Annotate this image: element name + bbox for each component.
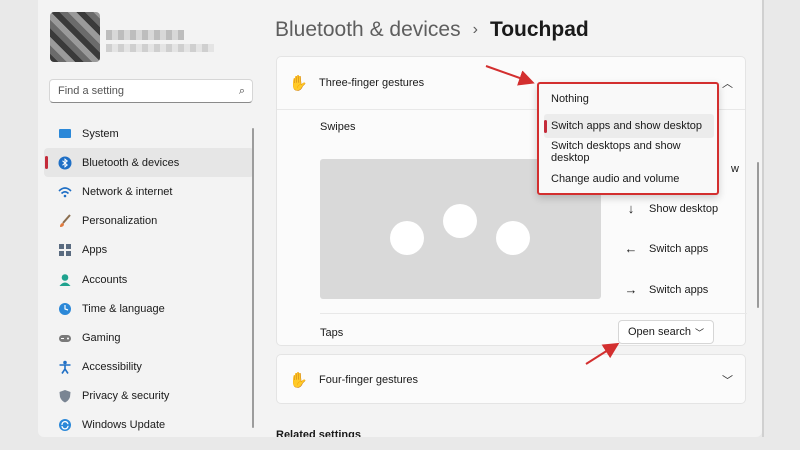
sidebar-item-bluetooth[interactable]: Bluetooth & devices: [44, 148, 254, 178]
search-placeholder: Find a setting: [58, 85, 125, 97]
menu-option-switch-apps-show-desktop[interactable]: Switch apps and show desktop: [544, 114, 714, 138]
sidebar: Find a setting ⌕ System Bluetooth & devi…: [38, 0, 260, 437]
finger-circle: [443, 204, 477, 238]
swipes-label: Swipes: [320, 121, 356, 133]
four-finger-gestures-card[interactable]: ✋ Four-finger gestures ﹀: [276, 354, 746, 404]
brush-icon: [58, 214, 72, 228]
sidebar-item-label: Gaming: [82, 331, 121, 344]
blurred-username: [106, 30, 184, 40]
arrow-down-icon: ↓: [627, 201, 635, 216]
menu-option-nothing[interactable]: Nothing: [544, 87, 714, 111]
menu-option-change-audio-volume[interactable]: Change audio and volume: [544, 167, 714, 191]
taps-dropdown[interactable]: Open search ﹀: [618, 320, 714, 344]
arrow-right-icon: →: [624, 282, 638, 297]
chevron-down-icon: ﹀: [694, 328, 704, 338]
finger-circle: [390, 221, 424, 255]
hand-icon: ✋: [289, 372, 308, 389]
hand-icon: ✋: [289, 75, 308, 92]
main-scrollbar[interactable]: [757, 162, 759, 308]
search-input[interactable]: Find a setting ⌕: [49, 79, 253, 103]
gesture-right-label: Switch apps: [649, 283, 709, 296]
sidebar-item-label: Bluetooth & devices: [82, 156, 180, 169]
wifi-icon: [58, 185, 72, 199]
sidebar-item-apps[interactable]: Apps: [44, 236, 254, 265]
monitor-icon: [58, 127, 72, 141]
sidebar-item-accounts[interactable]: Accounts: [44, 265, 254, 294]
sidebar-item-system[interactable]: System: [44, 119, 254, 148]
shield-icon: [58, 389, 72, 403]
sidebar-item-personalization[interactable]: Personalization: [44, 207, 254, 236]
chevron-down-icon[interactable]: ﹀: [722, 372, 733, 388]
search-icon: ⌕: [238, 85, 245, 97]
person-icon: [58, 273, 72, 287]
menu-option-switch-desktops-show-desktop[interactable]: Switch desktops and show desktop: [544, 140, 714, 164]
sidebar-item-label: Privacy & security: [82, 390, 170, 403]
sidebar-nav: System Bluetooth & devices Network & int…: [44, 119, 254, 437]
divider: [320, 313, 747, 314]
sidebar-item-gaming[interactable]: Gaming: [44, 323, 254, 352]
sidebar-item-network[interactable]: Network & internet: [44, 177, 254, 206]
blurred-email: [106, 44, 214, 52]
taps-dropdown-value: Open search: [628, 326, 691, 338]
accessibility-icon: [58, 360, 72, 375]
gesture-down-label: Show desktop: [649, 202, 719, 215]
breadcrumb: Bluetooth & devices › Touchpad: [275, 18, 589, 42]
finger-circle: [496, 221, 530, 255]
sidebar-item-label: Accessibility: [82, 361, 142, 374]
sidebar-item-label: Windows Update: [82, 419, 166, 432]
apps-icon: [58, 243, 72, 257]
update-icon: [58, 418, 72, 432]
sidebar-item-label: Personalization: [82, 215, 158, 228]
sidebar-item-label: Accounts: [82, 273, 128, 286]
breadcrumb-parent[interactable]: Bluetooth & devices: [275, 18, 461, 42]
sidebar-item-accessibility[interactable]: Accessibility: [44, 353, 254, 382]
controller-icon: [58, 331, 72, 345]
sidebar-item-privacy[interactable]: Privacy & security: [44, 382, 254, 411]
bluetooth-icon: [58, 156, 72, 170]
sidebar-item-windows-update[interactable]: Windows Update: [44, 411, 254, 437]
gesture-up-label: w: [731, 163, 739, 175]
swipe-options-menu: Nothing Switch apps and show desktop Swi…: [537, 82, 719, 195]
settings-window: Find a setting ⌕ System Bluetooth & devi…: [38, 0, 762, 437]
sidebar-item-label: Network & internet: [82, 185, 173, 198]
four-finger-gestures-title: Four-finger gestures: [319, 374, 419, 386]
sidebar-item-label: System: [82, 127, 119, 140]
related-settings-heading: Related settings: [276, 429, 361, 437]
sidebar-item-time-language[interactable]: Time & language: [44, 294, 254, 323]
chevron-up-icon[interactable]: ︿: [722, 75, 733, 91]
avatar[interactable]: [50, 12, 100, 62]
gesture-down-row: ↓ Show desktop: [623, 201, 718, 216]
four-finger-gestures-header[interactable]: ✋ Four-finger gestures ﹀: [277, 355, 745, 405]
arrow-left-icon: ←: [624, 241, 638, 256]
sidebar-item-label: Apps: [82, 244, 108, 257]
gesture-left-row: ← Switch apps: [623, 241, 709, 256]
three-finger-gestures-title: Three-finger gestures: [319, 77, 425, 89]
globe-clock-icon: [58, 302, 72, 316]
sidebar-scrollbar[interactable]: [252, 128, 254, 428]
page-title: Touchpad: [489, 18, 589, 41]
gesture-right-row: → Switch apps: [623, 282, 709, 297]
sidebar-item-label: Time & language: [82, 302, 165, 315]
window-border: [762, 0, 764, 437]
taps-label: Taps: [320, 327, 344, 339]
gesture-left-label: Switch apps: [649, 242, 709, 255]
breadcrumb-separator: ›: [472, 21, 478, 38]
